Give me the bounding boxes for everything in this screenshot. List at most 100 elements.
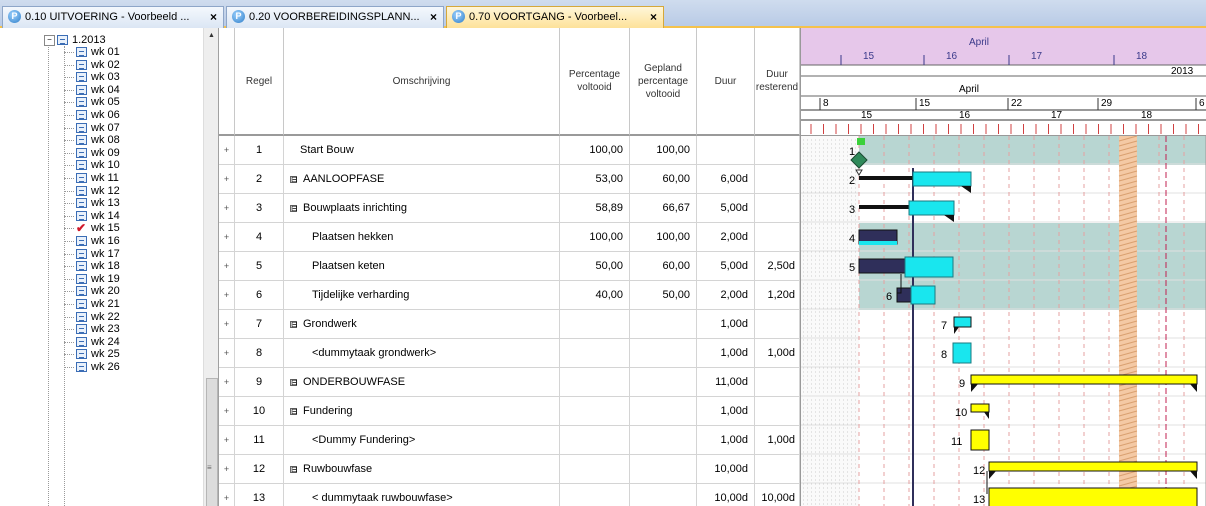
- row-expand-icon[interactable]: +: [219, 426, 235, 454]
- task-row[interactable]: +12 ⊟ Ruwbouwfase 10,00d: [219, 455, 800, 484]
- cell-percentage[interactable]: 50,00: [560, 252, 630, 280]
- row-expand-icon[interactable]: +: [219, 136, 235, 164]
- tree-week-node[interactable]: wk 09: [76, 147, 120, 159]
- row-expand-icon[interactable]: +: [219, 310, 235, 338]
- tree-week-node[interactable]: wk 10: [76, 159, 120, 171]
- cell-gepland[interactable]: 66,67: [630, 194, 697, 222]
- cell-regel[interactable]: 6: [235, 281, 284, 309]
- cell-regel[interactable]: 10: [235, 397, 284, 425]
- tree-week-node[interactable]: wk 17: [76, 248, 120, 260]
- tree-root-node[interactable]: − 1.2013: [44, 34, 106, 46]
- tree-week-node[interactable]: ✔ wk 15: [76, 222, 120, 234]
- cell-omschrijving[interactable]: <dummytaak grondwerk>: [284, 339, 560, 367]
- cell-regel[interactable]: 13: [235, 484, 284, 506]
- task-row[interactable]: +7 ⊟ Grondwerk 1,00d: [219, 310, 800, 339]
- cell-regel[interactable]: 9: [235, 368, 284, 396]
- cell-resterend[interactable]: [755, 455, 800, 483]
- row-expand-icon[interactable]: +: [219, 397, 235, 425]
- cell-regel[interactable]: 4: [235, 223, 284, 251]
- cell-regel[interactable]: 3: [235, 194, 284, 222]
- cell-percentage[interactable]: 100,00: [560, 136, 630, 164]
- cell-resterend[interactable]: [755, 194, 800, 222]
- task-row[interactable]: +10 ⊟ Fundering 1,00d: [219, 397, 800, 426]
- cell-percentage[interactable]: [560, 339, 630, 367]
- tab-voorbereidingsplanning[interactable]: P 0.20 VOORBEREIDINGSPLANN... ×: [226, 6, 444, 28]
- tree-week-node[interactable]: wk 03: [76, 71, 120, 83]
- cell-duur[interactable]: 5,00d: [697, 194, 755, 222]
- tree-week-node[interactable]: wk 25: [76, 348, 120, 360]
- cell-regel[interactable]: 7: [235, 310, 284, 338]
- cell-gepland[interactable]: [630, 426, 697, 454]
- cell-omschrijving[interactable]: Plaatsen hekken: [284, 223, 560, 251]
- tree-week-node[interactable]: wk 02: [76, 59, 120, 71]
- cell-duur[interactable]: 2,00d: [697, 223, 755, 251]
- cell-omschrijving[interactable]: Plaatsen keten: [284, 252, 560, 280]
- cell-regel[interactable]: 2: [235, 165, 284, 193]
- tree-week-node[interactable]: wk 06: [76, 109, 120, 121]
- cell-regel[interactable]: 11: [235, 426, 284, 454]
- cell-gepland[interactable]: [630, 339, 697, 367]
- tree-week-node[interactable]: wk 21: [76, 298, 120, 310]
- cell-resterend[interactable]: [755, 310, 800, 338]
- close-tab-icon[interactable]: ×: [430, 7, 437, 27]
- tree-week-node[interactable]: wk 18: [76, 260, 120, 272]
- cell-percentage[interactable]: [560, 397, 630, 425]
- tree-week-node[interactable]: wk 22: [76, 311, 120, 323]
- col-header-regel[interactable]: Regel: [235, 28, 284, 136]
- cell-omschrijving[interactable]: ⊟ Ruwbouwfase: [284, 455, 560, 483]
- cell-omschrijving[interactable]: < dummytaak ruwbouwfase>: [284, 484, 560, 506]
- cell-resterend[interactable]: [755, 368, 800, 396]
- cell-omschrijving[interactable]: ⊟ Fundering: [284, 397, 560, 425]
- cell-omschrijving[interactable]: Tijdelijke verharding: [284, 281, 560, 309]
- cell-duur[interactable]: 1,00d: [697, 397, 755, 425]
- task-row[interactable]: +4 Plaatsen hekken 100,00 100,00 2,00d: [219, 223, 800, 252]
- tree-week-node[interactable]: wk 20: [76, 285, 120, 297]
- cell-gepland[interactable]: 100,00: [630, 136, 697, 164]
- cell-duur[interactable]: 11,00d: [697, 368, 755, 396]
- close-tab-icon[interactable]: ×: [650, 7, 657, 27]
- tree-week-node[interactable]: wk 13: [76, 197, 120, 209]
- col-header-omschrijving[interactable]: Omschrijving: [284, 28, 560, 136]
- cell-duur[interactable]: 10,00d: [697, 484, 755, 506]
- collapse-group-icon[interactable]: ⊟: [290, 320, 298, 328]
- task-row[interactable]: +11 <Dummy Fundering> 1,00d 1,00d: [219, 426, 800, 455]
- cell-gepland[interactable]: [630, 397, 697, 425]
- task-row[interactable]: +2 ⊟ AANLOOPFASE 53,00 60,00 6,00d: [219, 165, 800, 194]
- col-header-resterend[interactable]: Duur resterend: [755, 28, 800, 136]
- cell-resterend[interactable]: [755, 397, 800, 425]
- cell-gepland[interactable]: 60,00: [630, 165, 697, 193]
- cell-resterend[interactable]: 1,00d: [755, 426, 800, 454]
- cell-gepland[interactable]: [630, 368, 697, 396]
- cell-resterend[interactable]: [755, 223, 800, 251]
- cell-percentage[interactable]: [560, 426, 630, 454]
- cell-percentage[interactable]: 40,00: [560, 281, 630, 309]
- cell-duur[interactable]: 5,00d: [697, 252, 755, 280]
- task-row[interactable]: +5 Plaatsen keten 50,00 60,00 5,00d 2,50d: [219, 252, 800, 281]
- col-header-duur[interactable]: Duur: [697, 28, 755, 136]
- tab-uitvoering[interactable]: P 0.10 UITVOERING - Voorbeeld ... ×: [2, 6, 224, 28]
- cell-duur[interactable]: 6,00d: [697, 165, 755, 193]
- cell-omschrijving[interactable]: ⊟ Grondwerk: [284, 310, 560, 338]
- tree-week-node[interactable]: wk 16: [76, 235, 120, 247]
- collapse-icon[interactable]: −: [44, 34, 55, 46]
- cell-duur[interactable]: 1,00d: [697, 426, 755, 454]
- task-row[interactable]: +3 ⊟ Bouwplaats inrichting 58,89 66,67 5,00d: [219, 194, 800, 223]
- tree-week-node[interactable]: wk 14: [76, 210, 120, 222]
- tab-voortgang[interactable]: P 0.70 VOORTGANG - Voorbeel... ×: [446, 6, 664, 28]
- tree-week-node[interactable]: wk 07: [76, 122, 120, 134]
- row-expand-icon[interactable]: +: [219, 339, 235, 367]
- cell-omschrijving[interactable]: ⊟ AANLOOPFASE: [284, 165, 560, 193]
- cell-percentage[interactable]: [560, 368, 630, 396]
- cell-resterend[interactable]: 1,20d: [755, 281, 800, 309]
- cell-omschrijving[interactable]: Start Bouw: [284, 136, 560, 164]
- col-header-percentage[interactable]: Percentage voltooid: [560, 28, 630, 136]
- row-expand-icon[interactable]: +: [219, 194, 235, 222]
- cell-duur[interactable]: 10,00d: [697, 455, 755, 483]
- row-expand-icon[interactable]: +: [219, 223, 235, 251]
- col-header-gepland[interactable]: Gepland percentage voltooid: [630, 28, 697, 136]
- cell-regel[interactable]: 5: [235, 252, 284, 280]
- tree-week-node[interactable]: wk 24: [76, 336, 120, 348]
- cell-resterend[interactable]: [755, 136, 800, 164]
- cell-duur[interactable]: 2,00d: [697, 281, 755, 309]
- task-row[interactable]: +8 <dummytaak grondwerk> 1,00d 1,00d: [219, 339, 800, 368]
